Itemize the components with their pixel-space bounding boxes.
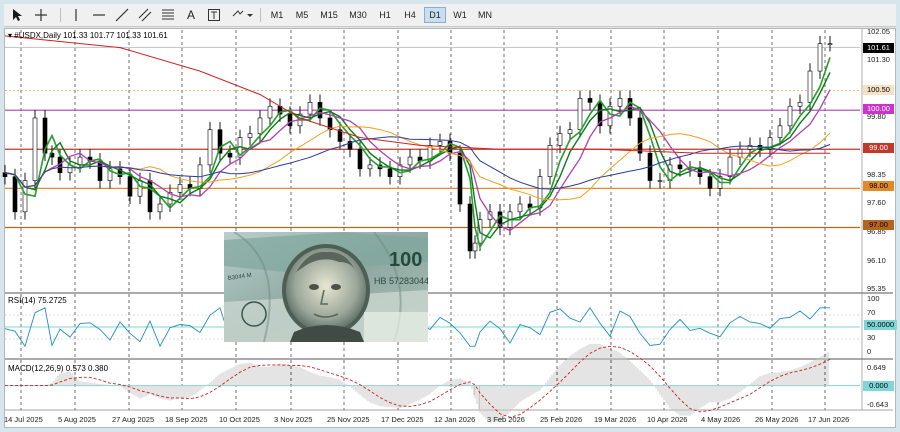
macd-axis-label: -0.643: [867, 400, 889, 409]
date-axis-label: 18 Sep 2025: [165, 415, 208, 424]
rsi-header: RSI(14) 75.2725: [8, 296, 67, 305]
date-axis-label: 25 Feb 2026: [540, 415, 583, 424]
date-axis-label: 26 May 2026: [755, 415, 799, 424]
price-candle-body: [267, 105, 273, 119]
date-axis-label: 5 Aug 2025: [58, 415, 96, 424]
price-candle-body: [127, 176, 133, 197]
price-candle-body: [817, 43, 823, 72]
price-candle-body: [437, 141, 443, 146]
price-candle-body: [367, 164, 373, 170]
price-axis-label: 95.35: [867, 284, 886, 293]
price-candle-body: [137, 180, 143, 197]
macd-axis-label: 0.649: [867, 363, 886, 372]
macd-zero-badge: 0.000: [863, 381, 894, 391]
price-candle-body: [797, 102, 803, 107]
price-candle-body: [357, 148, 363, 170]
price-axis-label: 101.30: [867, 55, 890, 64]
date-axis-label: 12 Jan 2026: [434, 415, 476, 424]
date-axis-label: 3 Feb 2026: [487, 415, 525, 424]
app-window: A M1 M5 M15 M30 H1 H4 D1 W1 MN ▾ #USDX,Daily 101…: [0, 0, 900, 432]
price-candle-body: [807, 70, 813, 103]
price-axis-label: 97.60: [867, 198, 886, 207]
price-candle-body: [567, 129, 573, 134]
chart-window[interactable]: [2, 28, 896, 428]
price-candle-body: [827, 43, 833, 45]
price-candle-body: [287, 113, 293, 127]
price-axis-label: 98.35: [867, 170, 886, 179]
price-candle-body: [787, 105, 793, 127]
date-axis-label: 4 May 2026: [701, 415, 741, 424]
price-candle-body: [472, 242, 478, 252]
rsi-axis-label: 30: [867, 333, 876, 342]
date-axis-label: 27 Aug 2025: [112, 415, 155, 424]
price-candle-body: [707, 176, 713, 189]
price-candle-body: [157, 203, 163, 213]
price-candle-body: [577, 98, 583, 131]
level-badge-98: 98.00: [863, 181, 894, 191]
price-axis-label: 96.10: [867, 256, 886, 265]
level-badge-100: 100.00: [863, 104, 894, 114]
level-badge-99: 99.00: [863, 143, 894, 153]
price-candle-body: [307, 102, 313, 115]
rsi-axis-label: 100: [867, 294, 880, 303]
macd-header: MACD(12,26,9) 0.573 0.380: [8, 364, 109, 373]
date-axis-label: 10 Oct 2025: [219, 415, 260, 424]
date-axis-label: 17 Jun 2026: [808, 415, 850, 424]
price-candle-body: [407, 156, 413, 166]
price-candle-body: [177, 184, 183, 193]
date-axis-label: 25 Nov 2025: [327, 415, 370, 424]
date-axis-label: 17 Dec 2025: [381, 415, 424, 424]
price-candle-body: [727, 156, 733, 177]
chart-symbol-info: #USDX,Daily 101.33 101.77 101.33 101.61: [14, 31, 168, 40]
price-candle-body: [257, 117, 263, 134]
dollar-bill-photo: HB 57283044 I 100 B3044 M: [224, 232, 428, 342]
price-candle-body: [657, 180, 663, 182]
rsi-50-badge: 50.0000: [864, 320, 897, 330]
rsi-axis-label: 70: [867, 308, 876, 317]
price-candle-body: [247, 133, 253, 138]
price-candle-body: [517, 203, 523, 213]
price-candle-body: [387, 168, 393, 177]
price-candle-body: [12, 176, 18, 213]
price-candle-body: [677, 164, 683, 170]
price-candle-body: [627, 98, 633, 119]
level-badge-97: 97.00: [863, 220, 894, 230]
chart-header: ▾ #USDX,Daily 101.33 101.77 101.33 101.6…: [8, 31, 168, 40]
rsi-axis-label: 0: [867, 347, 872, 356]
price-candle-body: [587, 98, 593, 103]
current-price-badge: 101.61: [863, 43, 894, 53]
date-axis-label: 3 Nov 2025: [274, 415, 313, 424]
price-candle-body: [637, 117, 643, 154]
price-candle-body: [557, 133, 563, 146]
chart-canvas: [2, 29, 893, 423]
dotted-level-badge: 100.50: [863, 85, 894, 95]
price-candle-body: [207, 129, 213, 166]
price-candle-body: [467, 203, 473, 252]
banknote-serial: HB 57283044 I: [374, 276, 428, 286]
price-candle-body: [617, 98, 623, 107]
svg-text:100: 100: [389, 249, 422, 271]
price-candle-body: [547, 145, 553, 177]
date-axis-label: 10 Apr 2026: [647, 415, 688, 424]
price-candle-body: [457, 152, 463, 205]
date-axis-label: 19 Mar 2026: [594, 415, 637, 424]
price-axis-label: 102.05: [867, 27, 890, 36]
ma-red-line: [4, 35, 830, 154]
price-candle-body: [32, 117, 38, 181]
date-axis-label: 14 Jul 2025: [4, 415, 43, 424]
price-candle-body: [227, 152, 233, 158]
price-candle-body: [777, 125, 783, 138]
